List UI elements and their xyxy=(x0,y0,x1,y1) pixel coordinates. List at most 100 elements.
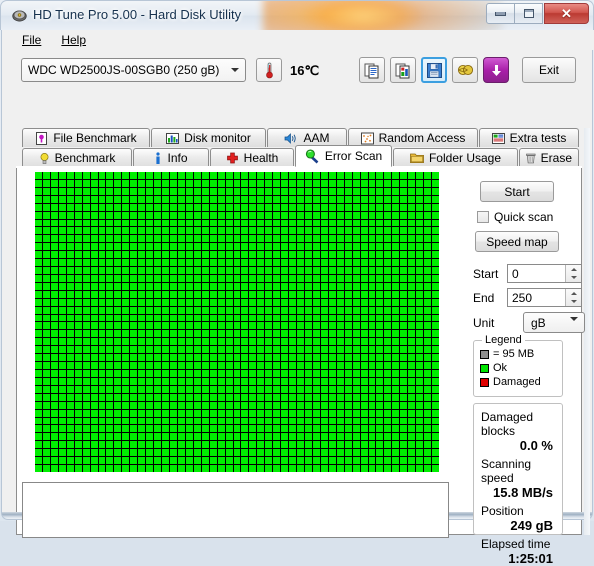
options-button[interactable] xyxy=(452,57,478,83)
maximize-button[interactable] xyxy=(514,3,543,24)
end-stepper[interactable] xyxy=(565,289,581,306)
tab-extra-tests[interactable]: Extra tests xyxy=(479,128,579,147)
block-cell xyxy=(392,330,400,338)
block-cell xyxy=(185,362,193,370)
copy-text-button[interactable] xyxy=(359,57,385,83)
tab-disk-monitor[interactable]: Disk monitor xyxy=(151,128,266,147)
menu-item-file[interactable]: File xyxy=(12,31,51,49)
block-cell xyxy=(58,187,66,195)
block-cell xyxy=(35,179,42,187)
log-textbox[interactable] xyxy=(22,482,449,538)
block-cell xyxy=(328,235,336,243)
block-cell xyxy=(392,346,400,354)
start-button[interactable]: Start xyxy=(480,181,554,202)
speed-map-button[interactable]: Speed map xyxy=(475,231,559,252)
block-cell xyxy=(344,172,352,179)
block-cell xyxy=(328,393,336,401)
quick-scan-checkbox[interactable] xyxy=(477,211,489,223)
close-button[interactable]: ✕ xyxy=(544,3,589,24)
unit-field-label: Unit xyxy=(473,315,495,330)
block-cell xyxy=(376,259,384,267)
block-cell xyxy=(122,195,130,203)
elapsed-time-value: 1:25:01 xyxy=(508,551,553,566)
minimize-button[interactable] xyxy=(486,3,515,24)
end-input[interactable]: 250 xyxy=(507,288,582,307)
save-button[interactable] xyxy=(421,57,447,83)
block-cell xyxy=(241,219,249,227)
block-cell xyxy=(424,457,432,465)
block-cell xyxy=(185,203,193,211)
block-cell xyxy=(249,172,257,179)
block-cell xyxy=(169,274,177,282)
block-cell xyxy=(384,195,392,203)
disk-block-map[interactable] xyxy=(35,172,439,472)
block-cell xyxy=(320,322,328,330)
block-cell xyxy=(146,211,154,219)
tab-benchmark[interactable]: Benchmark xyxy=(22,148,132,167)
block-cell xyxy=(98,187,106,195)
tab-file-benchmark[interactable]: File Benchmark xyxy=(22,128,150,147)
block-cell xyxy=(169,267,177,274)
start-input[interactable]: 0 xyxy=(507,264,582,283)
block-cell xyxy=(416,306,424,314)
block-cell xyxy=(281,282,289,290)
block-cell xyxy=(320,409,328,417)
block-cell xyxy=(82,465,90,472)
block-cell xyxy=(416,354,424,362)
block-cell xyxy=(58,330,66,338)
tab-error-scan[interactable]: Error Scan xyxy=(295,145,392,167)
block-cell xyxy=(432,219,439,227)
block-cell xyxy=(392,172,400,179)
statistics-group: Damaged blocks 0.0 % Scanning speed 15.8… xyxy=(473,403,563,566)
drive-select[interactable]: WDC WD2500JS-00SGB0 (250 gB) xyxy=(21,58,246,82)
end-stepper-up[interactable] xyxy=(566,289,581,298)
tab-health[interactable]: Health xyxy=(210,148,294,167)
tab-info[interactable]: Info xyxy=(133,148,209,167)
start-stepper-up[interactable] xyxy=(566,265,581,274)
block-cell xyxy=(233,362,241,370)
block-cell xyxy=(50,179,58,187)
block-cell xyxy=(82,401,90,409)
block-cell xyxy=(66,346,74,354)
block-cell xyxy=(408,362,416,370)
block-cell xyxy=(114,401,122,409)
block-cell xyxy=(66,385,74,393)
block-cell xyxy=(249,290,257,298)
block-cell xyxy=(249,401,257,409)
block-cell xyxy=(312,433,320,441)
tab-folder-usage[interactable]: Folder Usage xyxy=(393,148,518,167)
block-cell xyxy=(217,227,225,235)
exit-button[interactable]: Exit xyxy=(522,57,576,83)
position-label: Position xyxy=(481,504,524,518)
block-cell xyxy=(265,322,273,330)
end-stepper-down[interactable] xyxy=(566,298,581,307)
start-stepper[interactable] xyxy=(565,265,581,282)
block-cell xyxy=(217,179,225,187)
unit-select[interactable]: gB xyxy=(523,312,585,335)
block-cell xyxy=(35,370,42,377)
block-cell xyxy=(360,401,368,409)
block-cell xyxy=(50,203,58,211)
block-cell xyxy=(169,227,177,235)
block-cell xyxy=(162,401,169,409)
block-cell xyxy=(193,385,201,393)
block-cell xyxy=(50,338,58,346)
tab-erase[interactable]: Erase xyxy=(519,148,579,167)
quick-scan-row[interactable]: Quick scan xyxy=(477,210,553,224)
block-cell xyxy=(90,425,98,433)
block-cell xyxy=(154,314,162,322)
block-cell xyxy=(273,298,281,306)
menu-item-help[interactable]: Help xyxy=(51,31,96,49)
block-cell xyxy=(265,306,273,314)
temperature-indicator[interactable] xyxy=(256,58,282,82)
start-stepper-down[interactable] xyxy=(566,274,581,283)
block-cell xyxy=(82,267,90,274)
download-button[interactable] xyxy=(483,57,509,83)
block-cell xyxy=(424,195,432,203)
block-cell xyxy=(360,306,368,314)
block-cell xyxy=(138,465,146,472)
block-cell xyxy=(138,409,146,417)
block-cell xyxy=(249,362,257,370)
block-cell xyxy=(312,251,320,259)
copy-image-button[interactable] xyxy=(390,57,416,83)
